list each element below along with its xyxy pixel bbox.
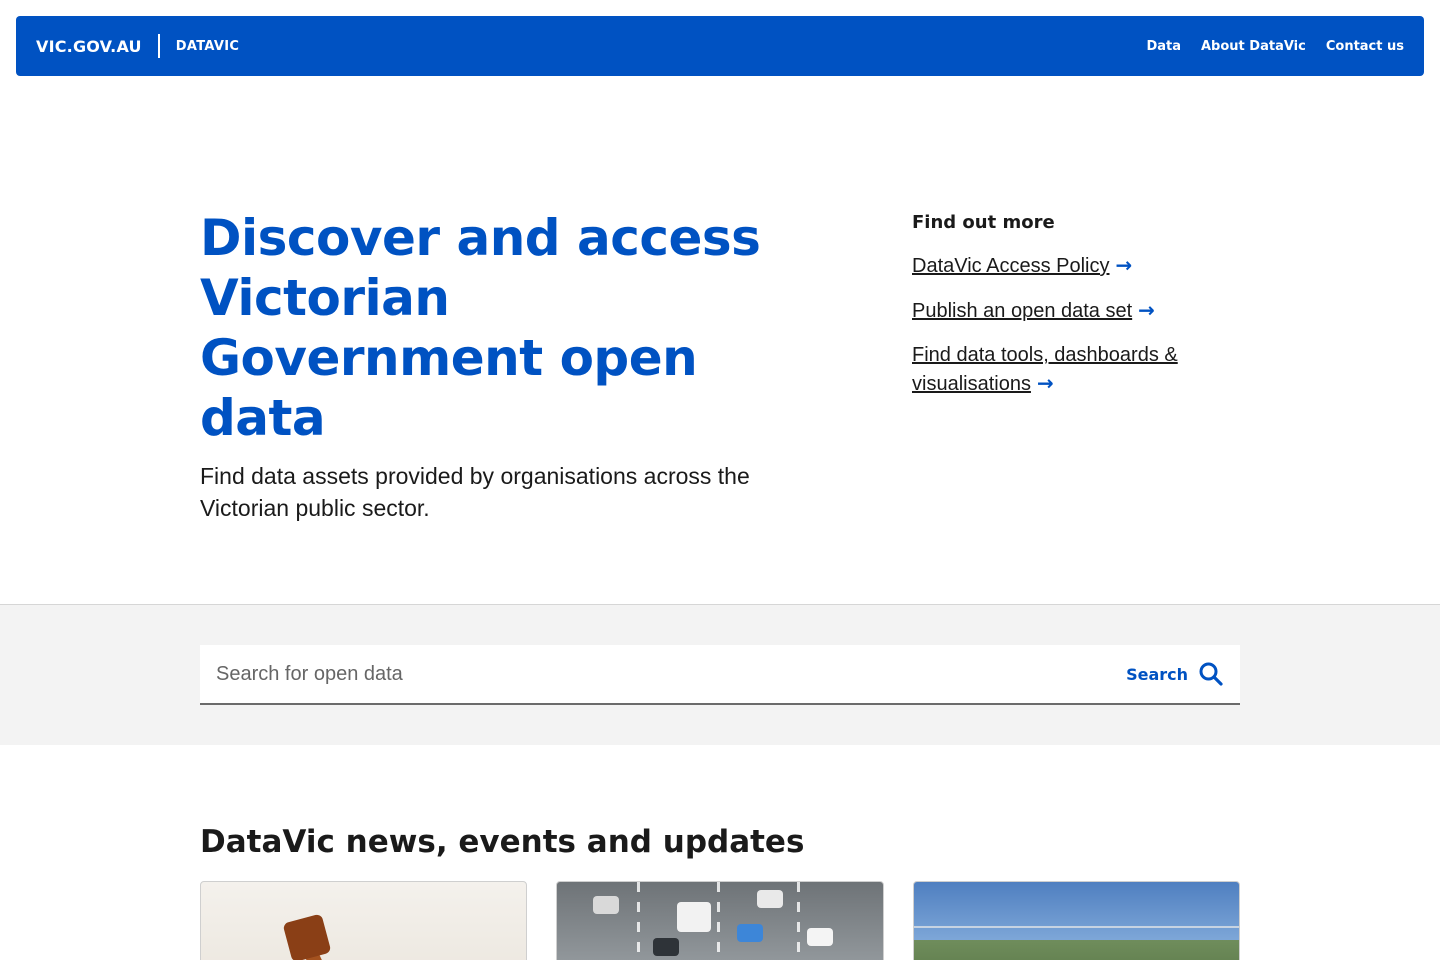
search-section: Search [0,604,1440,745]
lane-marking [637,882,641,960]
news-card-aerial[interactable] [912,881,1240,960]
brand-divider [157,34,160,58]
site-name: DATAVIC [175,38,240,54]
search-icon [1199,662,1223,686]
link-publish-dataset[interactable]: Publish an open data set → [912,296,1242,325]
news-cards [200,881,1240,960]
gavel-image-head [282,913,332,960]
search-button[interactable]: Search [1126,661,1224,687]
nav-contact-us[interactable]: Contact us [1326,39,1404,54]
car-image [653,938,680,956]
news-section-title: DataVic news, events and updates [200,824,805,860]
car-image [807,928,834,946]
find-out-more-title: Find out more [912,212,1055,233]
car-image [593,896,620,914]
hero-subtitle: Find data assets provided by organisatio… [200,463,750,521]
lane-marking [717,882,721,960]
horizon-line [913,926,1239,928]
link-access-policy-label: DataVic Access Policy [912,255,1110,277]
search-input[interactable] [216,662,1127,686]
search-box: Search [200,645,1240,705]
arrow-right-icon: → [1138,298,1155,322]
truck-image [677,902,712,932]
arrow-right-icon: → [1036,371,1054,395]
news-card-gavel[interactable] [200,881,528,960]
vic-gov-logo: VIC.GOV.AU [36,36,142,56]
link-publish-dataset-label: Publish an open data set [912,300,1133,322]
car-image [737,924,764,942]
landscape-image [913,940,1239,960]
site-header: VIC.GOV.AU DATAVIC Data About DataVic Co… [16,16,1424,76]
car-image [757,890,784,908]
lane-marking [797,882,801,960]
nav-data[interactable]: Data [1146,39,1181,54]
brand-home-link[interactable]: VIC.GOV.AU DATAVIC [36,34,239,58]
page-title: Discover and access Victorian Government… [200,209,761,447]
news-card-traffic[interactable] [556,881,884,960]
link-data-tools[interactable]: Find data tools, dashboards & visualisat… [912,341,1242,398]
search-button-label: Search [1126,664,1188,684]
link-access-policy[interactable]: DataVic Access Policy → [912,251,1242,280]
primary-nav: Data About DataVic Contact us [1146,39,1404,54]
nav-about-datavic[interactable]: About DataVic [1201,39,1306,54]
arrow-right-icon: → [1115,253,1133,277]
find-out-more: Find out more DataVic Access Policy → Pub… [912,212,1242,414]
